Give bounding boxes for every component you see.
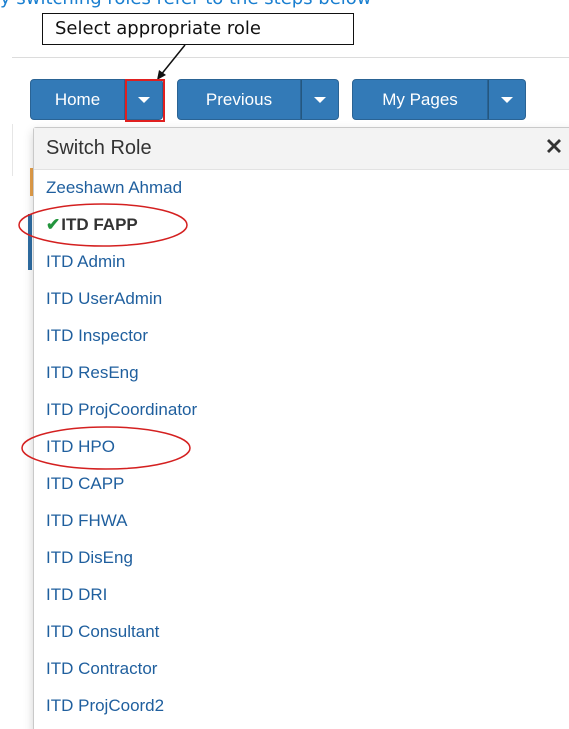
caret-down-icon	[501, 96, 513, 103]
mypages-button-group: My Pages	[352, 79, 526, 120]
annotation-callout: Select appropriate role	[42, 13, 354, 45]
previous-dropdown-toggle[interactable]	[301, 79, 339, 120]
role-item-label: ITD ResEng	[46, 363, 139, 382]
role-item-label: ITD CAPP	[46, 474, 125, 493]
role-item[interactable]: ITD HPO	[34, 428, 569, 465]
caret-down-icon	[314, 96, 326, 103]
dropdown-header: Switch Role	[34, 128, 569, 170]
role-item-label: ITD HPO	[46, 437, 115, 456]
home-button-label: Home	[54, 89, 101, 109]
background-accent-blue	[28, 214, 32, 270]
caret-down-icon	[138, 96, 150, 103]
home-dropdown-toggle[interactable]	[125, 79, 163, 120]
checkmark-icon: ✔	[46, 215, 61, 234]
role-item-label: ITD Contractor	[46, 659, 158, 678]
role-item-label: ITD FAPP	[61, 215, 138, 234]
background-divider	[12, 124, 13, 176]
role-item-label: ITD UserAdmin	[46, 289, 163, 308]
header-divider	[12, 57, 569, 58]
screenshot-canvas: y switching roles refer to the steps bel…	[0, 0, 569, 729]
role-item-label: ITD Admin	[46, 252, 126, 271]
previous-button[interactable]: Previous	[177, 79, 301, 120]
role-item-label: Zeeshawn Ahmad	[46, 178, 183, 197]
mypages-dropdown-toggle[interactable]	[488, 79, 526, 120]
role-item[interactable]: ITD FHWA	[34, 502, 569, 539]
role-item-label: ITD Inspector	[46, 326, 149, 345]
dropdown-title: Switch Role	[46, 137, 152, 159]
role-item-label: ITD Consultant	[46, 622, 160, 641]
role-item[interactable]: ITD DisEng	[34, 539, 569, 576]
home-button-group: Home	[30, 79, 163, 120]
role-item[interactable]: ITD DRI	[34, 576, 569, 613]
switch-role-dropdown: Switch Role Zeeshawn Ahmad ✔ITD FAPP ITD A…	[33, 127, 569, 729]
previous-button-group: Previous	[177, 79, 339, 120]
page-heading: y switching roles refer to the steps bel…	[0, 0, 372, 9]
home-button[interactable]: Home	[30, 79, 125, 120]
role-item[interactable]: ITD UserAdmin	[34, 280, 569, 317]
role-item[interactable]: ITD ProjCoord2	[34, 687, 569, 724]
role-item-label: ITD FHWA	[46, 511, 128, 530]
role-item-label: ITD ProjCoord2	[46, 696, 165, 715]
previous-button-label: Previous	[205, 89, 273, 109]
role-item-label: ITD DisEng	[46, 548, 133, 567]
role-item-label: ITD ProjCoordinator	[46, 400, 198, 419]
role-list: Zeeshawn Ahmad ✔ITD FAPP ITD Admin ITD User…	[34, 169, 569, 724]
role-item[interactable]: ITD CAPP	[34, 465, 569, 502]
role-item-label: ITD DRI	[46, 585, 108, 604]
role-item[interactable]: ITD Inspector	[34, 317, 569, 354]
role-item[interactable]: ITD ResEng	[34, 354, 569, 391]
role-item[interactable]: ITD ProjCoordinator	[34, 391, 569, 428]
mypages-button[interactable]: My Pages	[352, 79, 488, 120]
role-item[interactable]: ITD Contractor	[34, 650, 569, 687]
role-item[interactable]: ITD Admin	[34, 243, 569, 280]
role-item[interactable]: ✔ITD FAPP	[34, 206, 569, 243]
role-item[interactable]: ITD Consultant	[34, 613, 569, 650]
mypages-button-label: My Pages	[382, 89, 458, 109]
close-icon[interactable]	[542, 134, 566, 158]
role-item[interactable]: Zeeshawn Ahmad	[34, 169, 569, 206]
